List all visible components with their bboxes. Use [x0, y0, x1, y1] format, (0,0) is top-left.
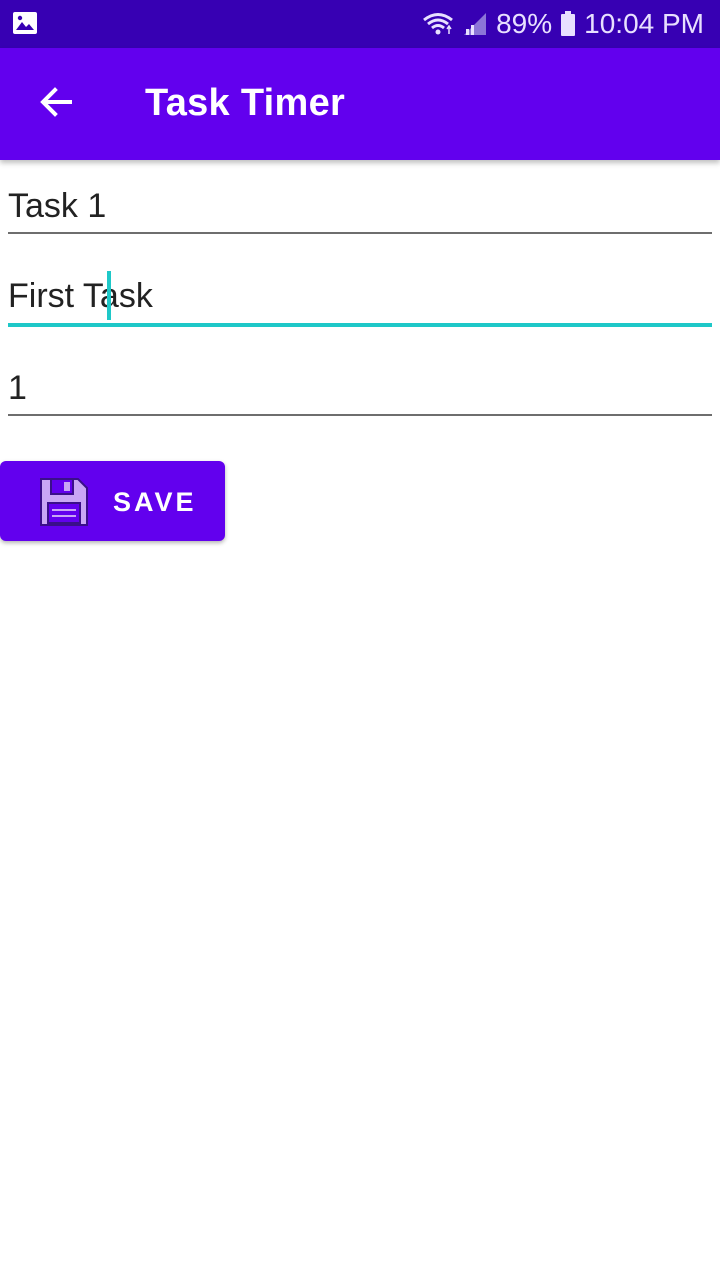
status-bar: 89% 10:04 PM	[0, 0, 720, 48]
sort-order-input[interactable]	[8, 356, 712, 420]
task-description-underline	[8, 323, 712, 327]
floppy-disk-icon	[38, 476, 90, 528]
page-title: Task Timer	[145, 82, 346, 124]
task-description-input[interactable]	[8, 264, 712, 328]
save-button-label: SAVE	[113, 487, 197, 517]
text-cursor	[107, 271, 111, 320]
sort-order-underline	[8, 414, 712, 416]
arrow-back-icon	[38, 84, 74, 125]
battery-percent: 89%	[496, 8, 553, 39]
task-name-input[interactable]	[8, 174, 712, 238]
app-bar: Task Timer	[0, 48, 720, 160]
save-button[interactable]: SAVE	[0, 461, 225, 541]
signal-icon	[462, 11, 488, 37]
back-button[interactable]	[28, 76, 84, 132]
battery-icon	[560, 11, 576, 37]
image-icon	[12, 10, 40, 38]
status-icons: 89% 10:04 PM	[422, 0, 704, 48]
clock: 10:04 PM	[584, 8, 704, 39]
task-name-underline	[8, 232, 712, 234]
wifi-icon	[422, 11, 454, 37]
